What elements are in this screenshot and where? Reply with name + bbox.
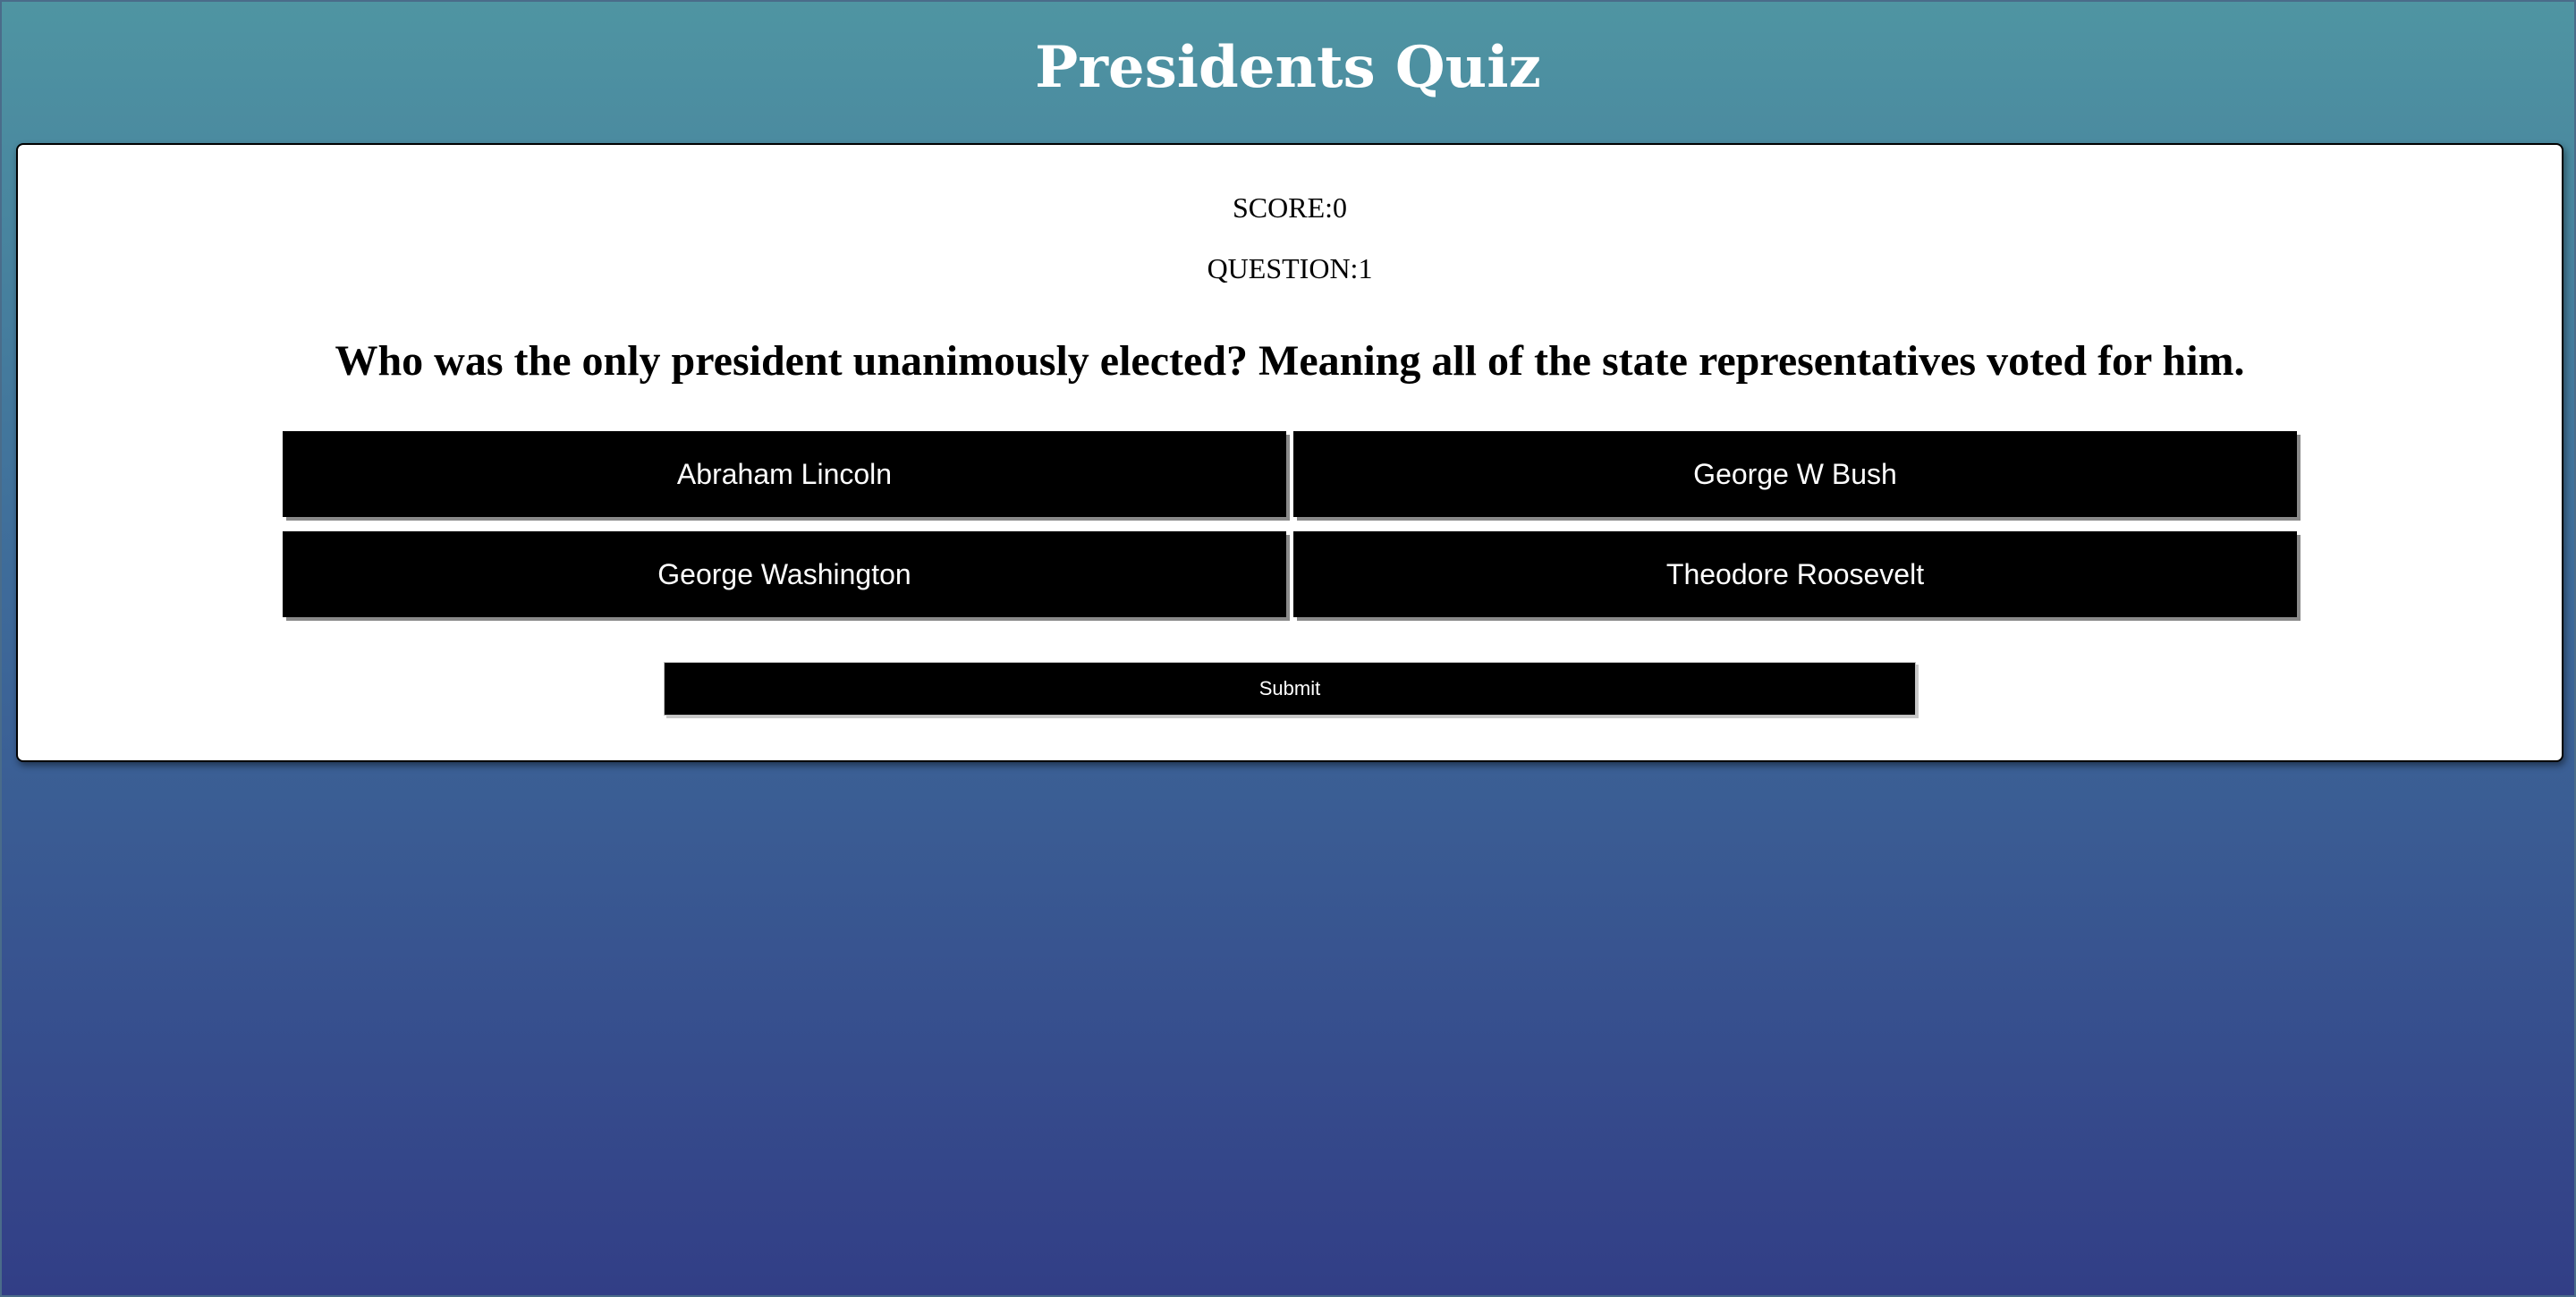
question-number-label: QUESTION:1	[1207, 252, 1373, 284]
question-text: Who was the only president unanimously e…	[335, 337, 2245, 385]
page-title: Presidents Quiz	[1035, 34, 1541, 101]
answer-button-abraham-lincoln[interactable]: Abraham Lincoln	[283, 431, 1286, 517]
answer-button-theodore-roosevelt[interactable]: Theodore Roosevelt	[1293, 531, 2297, 617]
answer-button-george-w-bush[interactable]: George W Bush	[1293, 431, 2297, 517]
score-label: SCORE:0	[1232, 191, 1348, 224]
answer-button-george-washington[interactable]: George Washington	[283, 531, 1286, 617]
quiz-card: SCORE:0 QUESTION:1 Who was the only pres…	[16, 143, 2563, 762]
submit-button[interactable]: Submit	[664, 662, 1916, 716]
